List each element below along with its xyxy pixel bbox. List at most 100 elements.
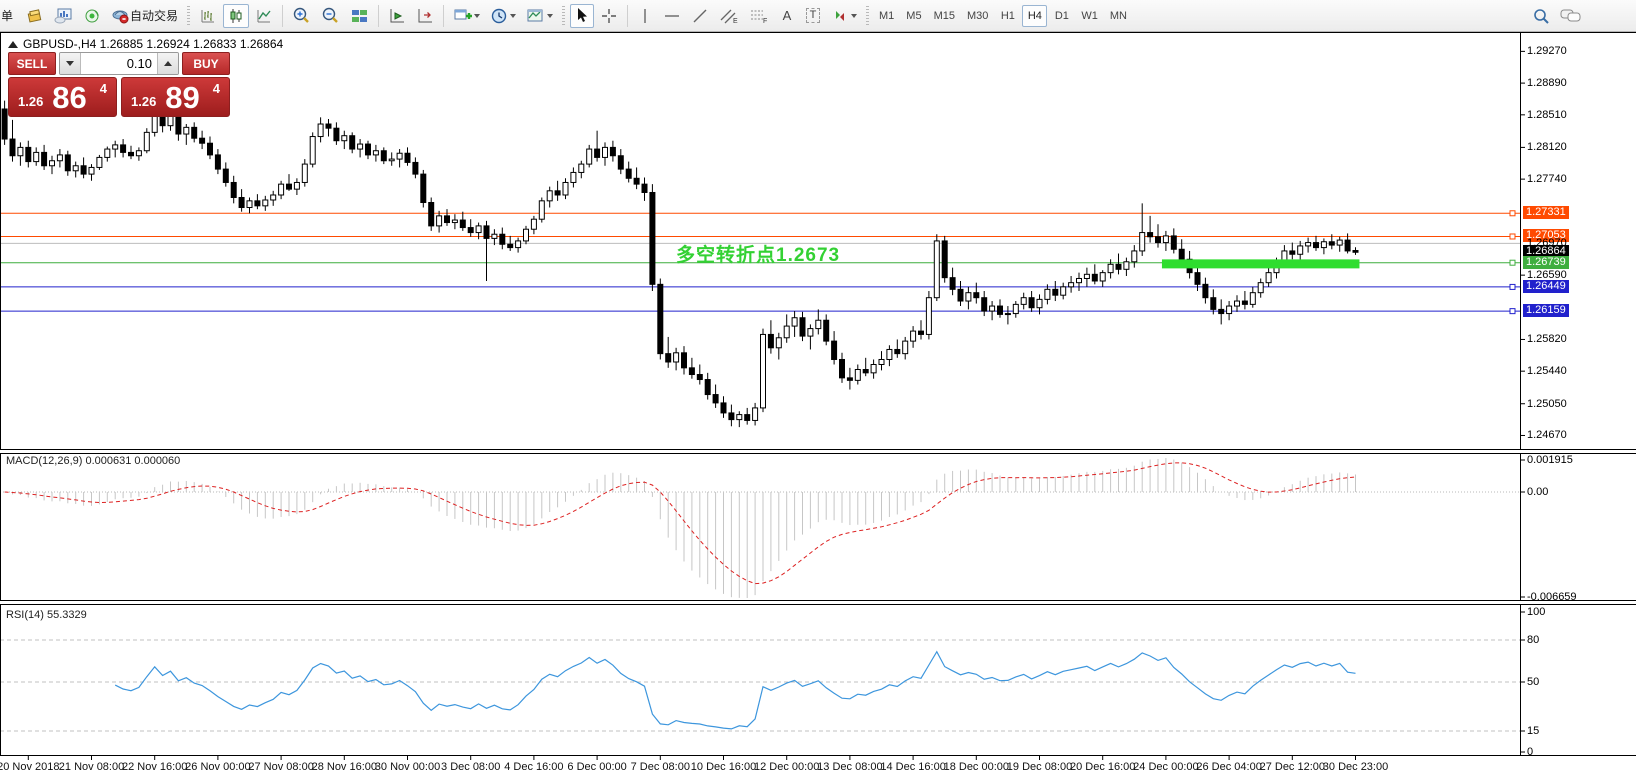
time-axis-label: 13 Dec 08:00 (817, 761, 882, 773)
tile-windows-button[interactable] (346, 4, 373, 28)
sell-button-label: SELL (17, 57, 48, 71)
macd-tick-label: 0.001915 (1527, 454, 1573, 467)
time-axis-label: 21 Nov 08:00 (59, 761, 124, 773)
tf-h4[interactable]: H4 (1022, 5, 1047, 27)
svg-text:F: F (763, 18, 767, 25)
text-label-tool-button[interactable]: T (801, 4, 825, 28)
buy-button[interactable]: BUY (182, 52, 230, 75)
rsi-tick-label: 0 (1527, 746, 1533, 759)
data-window-icon (54, 7, 73, 25)
price-tick-label: 1.27740 (1527, 173, 1567, 186)
time-axis-label: 4 Dec 16:00 (504, 761, 563, 773)
new-order-button[interactable]: 订单 (2, 5, 20, 27)
equidistant-channel-icon: E (719, 7, 739, 25)
auto-trading-button[interactable]: 自动交易 (107, 4, 182, 28)
chevron-down-icon (474, 14, 480, 18)
auto-scroll-button[interactable] (384, 4, 410, 28)
time-axis-label: 20 Nov 2018 (0, 761, 59, 773)
auto-trading-label: 自动交易 (130, 7, 178, 24)
equidistant-channel-tool-button[interactable]: E (715, 4, 743, 28)
line-price-badge: 1.27331 (1523, 206, 1569, 219)
zoom-in-icon (292, 6, 311, 25)
clock-icon (490, 7, 508, 25)
time-axis-label: 28 Nov 16:00 (312, 761, 377, 773)
volume-increase-button[interactable] (157, 53, 178, 74)
chat-icon[interactable] (1560, 7, 1582, 25)
rsi-label: RSI(14) 55.3329 (6, 609, 87, 621)
rsi-tick-label: 80 (1527, 634, 1539, 647)
fibonacci-tool-button[interactable]: F (745, 4, 773, 28)
price-axis-line (1520, 33, 1521, 755)
buy-price-base: 1.26 (131, 94, 156, 109)
chevron-down-icon (547, 14, 553, 18)
toolbar-separator (282, 5, 283, 27)
tf-m15[interactable]: M15 (929, 5, 960, 27)
trendline-icon (691, 7, 709, 25)
toolbar-separator (443, 5, 444, 27)
tf-m30[interactable]: M30 (962, 5, 993, 27)
tf-mn[interactable]: MN (1105, 5, 1132, 27)
panel-separator[interactable] (0, 600, 1636, 605)
tf-m1[interactable]: M1 (874, 5, 899, 27)
periods-button[interactable] (486, 4, 520, 28)
arrows-tool-button[interactable] (827, 4, 861, 28)
panel-separator[interactable] (0, 449, 1636, 454)
macd-tick-label: 0.00 (1527, 486, 1548, 499)
zoom-in-button[interactable] (288, 4, 315, 28)
new-chart-icon (453, 7, 472, 25)
rsi-tick-label: 100 (1527, 606, 1545, 619)
time-axis-label: 7 Dec 08:00 (631, 761, 690, 773)
data-window-button[interactable] (50, 4, 77, 28)
horizontal-line-tool-button[interactable] (659, 4, 685, 28)
market-watch-button[interactable] (22, 4, 48, 28)
triangle-up-icon (164, 61, 172, 66)
candlestick-chart-type-button[interactable] (223, 4, 249, 28)
time-axis-label: 12 Dec 00:00 (754, 761, 819, 773)
trendline-tool-button[interactable] (687, 4, 713, 28)
horizontal-line-icon (663, 9, 681, 23)
signals-button[interactable] (79, 4, 105, 28)
tf-h1[interactable]: H1 (995, 5, 1020, 27)
triangle-down-icon (66, 61, 74, 66)
new-chart-button[interactable] (449, 4, 484, 28)
zoom-out-icon (321, 6, 340, 25)
text-tool-button[interactable]: A (775, 4, 799, 28)
time-axis-label: 14 Dec 16:00 (880, 761, 945, 773)
sell-price-sup: 4 (100, 81, 107, 96)
crosshair-tool-button[interactable] (596, 4, 622, 28)
chart-shift-button[interactable] (412, 4, 438, 28)
time-axis-label: 6 Dec 00:00 (567, 761, 626, 773)
zoom-out-button[interactable] (317, 4, 344, 28)
price-tick-label: 1.25050 (1527, 398, 1567, 411)
vertical-line-tool-button[interactable] (633, 4, 657, 28)
macd-tick-label: -0.006659 (1527, 591, 1577, 604)
sell-button[interactable]: SELL (8, 52, 56, 75)
tf-w1[interactable]: W1 (1076, 5, 1103, 27)
volume-decrease-button[interactable] (60, 53, 81, 74)
expert-advisor-icon (111, 7, 130, 25)
collapse-panel-icon[interactable] (8, 41, 18, 48)
line-handle (1510, 211, 1515, 216)
sell-price-big: 86 (52, 82, 86, 113)
templates-button[interactable] (522, 4, 557, 28)
toolbar-grip (866, 6, 869, 26)
bar-chart-type-button[interactable] (195, 4, 221, 28)
crosshair-icon (600, 7, 618, 25)
tf-m5[interactable]: M5 (901, 5, 926, 27)
price-tick-label: 1.25820 (1527, 333, 1567, 346)
cursor-tool-button[interactable] (570, 4, 594, 28)
time-axis-label: 27 Nov 08:00 (248, 761, 313, 773)
chart-annotation[interactable]: 多空转折点1.2673 (676, 240, 840, 267)
tf-d1[interactable]: D1 (1049, 5, 1074, 27)
rsi-line (115, 652, 1355, 729)
macd-histogram (5, 458, 1356, 598)
search-icon[interactable] (1532, 7, 1550, 25)
text-tool-label: A (783, 8, 792, 23)
buy-price-sup: 4 (213, 81, 220, 96)
line-chart-type-button[interactable] (251, 4, 277, 28)
timeframe-group: M1M5M15M30H1H4D1W1MN (874, 5, 1132, 27)
volume-value[interactable]: 0.10 (81, 53, 157, 74)
buy-price-tile[interactable]: 1.26 89 4 (121, 77, 230, 117)
sell-price-tile[interactable]: 1.26 86 4 (8, 77, 117, 117)
chart-canvas[interactable] (0, 32, 1636, 779)
